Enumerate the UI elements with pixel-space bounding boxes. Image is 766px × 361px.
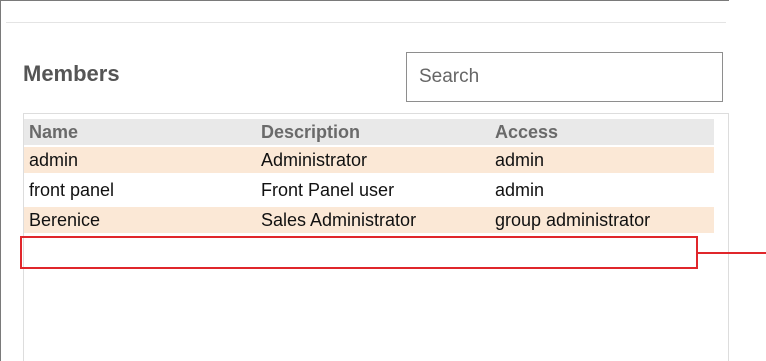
- panel-title: Members: [23, 61, 120, 86]
- table-row[interactable]: admin Administrator admin: [24, 147, 714, 173]
- search-input[interactable]: [406, 52, 723, 102]
- member-name: front panel: [29, 180, 115, 200]
- column-header-description[interactable]: Description: [261, 119, 360, 145]
- annotation-callout-line: [698, 252, 766, 254]
- member-access: admin: [495, 150, 545, 170]
- member-name: Berenice: [29, 210, 101, 230]
- member-access: admin: [495, 180, 545, 200]
- member-description: Administrator: [261, 150, 368, 170]
- column-header-access[interactable]: Access: [495, 119, 558, 145]
- member-description: Front Panel user: [261, 180, 395, 200]
- table-row[interactable]: front panel Front Panel user admin: [24, 177, 714, 203]
- table-header: Name Description Access: [24, 119, 714, 145]
- member-description: Sales Administrator: [261, 210, 417, 230]
- table-row[interactable]: Berenice Sales Administrator group admin…: [24, 207, 714, 233]
- column-header-name[interactable]: Name: [29, 119, 78, 145]
- annotation-highlight-box: [20, 236, 698, 269]
- top-divider: [6, 22, 726, 23]
- member-access: group administrator: [495, 210, 651, 230]
- member-name: admin: [29, 150, 79, 170]
